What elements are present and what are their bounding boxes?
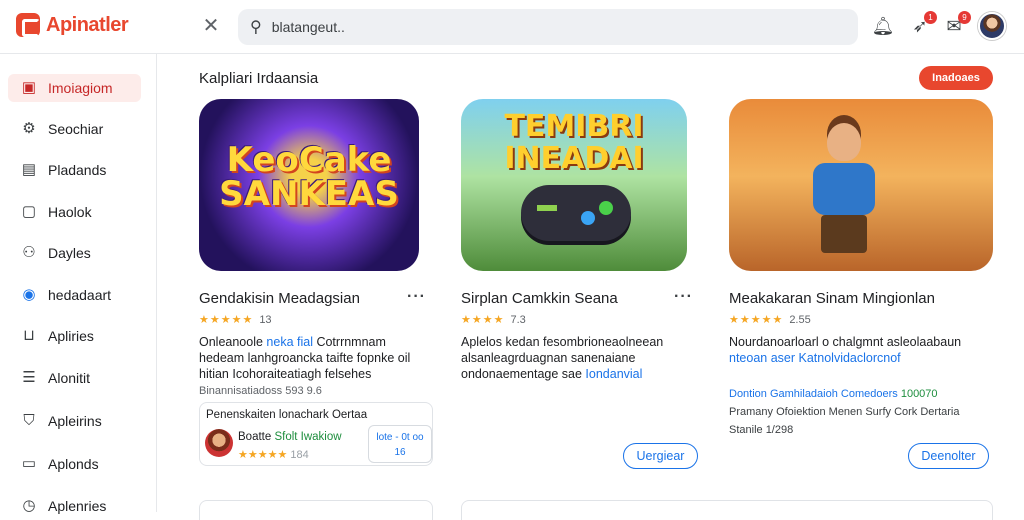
art-title-line-1: KeoCake SANKEAS xyxy=(219,140,399,214)
card-rating: ★★★★★ 2.55 xyxy=(729,313,811,326)
bell-icon[interactable]: 🔔︎ xyxy=(871,14,895,38)
next-row-card[interactable] xyxy=(461,500,993,520)
sidebar: ▣ Imoiagiom ⚙ Seochiar ▤ Pladands ▢ Haolok ⚇… xyxy=(0,54,157,514)
card-description: Aplelos kedan fesombrioneaolneean alsanl… xyxy=(461,335,664,381)
reviewer-stars: ★★★★★ 184 xyxy=(238,449,309,461)
star-icons: ★★★★ xyxy=(461,314,505,326)
star-icons: ★★★★★ xyxy=(199,314,254,326)
sidebar-item-label: Dayles xyxy=(48,245,91,261)
reviewer-name: Boatte Sfolt Iwakiow xyxy=(238,431,342,443)
card-title[interactable]: Meakakaran Sinam Mingionlan xyxy=(729,290,935,307)
sidebar-item-inbox[interactable]: ⊔ Apliries xyxy=(8,322,141,350)
section-title: Kalpliari Irdaansia xyxy=(199,70,319,87)
game-art-2[interactable]: TEMIBRI INEADAI xyxy=(461,99,687,271)
rating-value: 2.55 xyxy=(789,314,811,326)
card-description: Onleanoole neka fial Cotrrnmnam hedeam l… xyxy=(199,335,411,381)
sidebar-item-label: Seochiar xyxy=(48,121,104,137)
user-icon: ⚇ xyxy=(22,244,36,261)
card-title[interactable]: Sirplan Camkkin Seana xyxy=(461,290,618,307)
sidebar-item-label: Alonitit xyxy=(48,370,91,386)
sidebar-item-label: Imoiagiom xyxy=(48,80,113,96)
card-meta-line: Pramany Ofoiektion Menen Surfy Cork Dert… xyxy=(729,406,960,418)
sidebar-item-home[interactable]: ▣ Imoiagiom xyxy=(8,74,141,102)
hero-character-icon xyxy=(809,123,879,253)
review-stat-box[interactable]: lote - 0t oo 16 xyxy=(368,425,432,463)
logo-icon xyxy=(16,13,40,37)
shield-icon: ⛉ xyxy=(23,412,35,429)
review-card[interactable]: Penenskaiten lonachark Oertaa Boatte Sfo… xyxy=(199,402,433,466)
document-icon: ▤ xyxy=(21,161,37,178)
sidebar-item-label: Aplonds xyxy=(48,456,99,472)
sidebar-item-list[interactable]: ☰ Alonitit xyxy=(8,364,141,392)
star-icons: ★★★★★ xyxy=(729,314,784,326)
sidebar-item-label: Apliries xyxy=(48,328,94,344)
rating-value: 13 xyxy=(259,314,272,326)
sidebar-item-globe[interactable]: ◉ hedadaart xyxy=(8,281,141,309)
card-title[interactable]: Gendakisin Meadagsian xyxy=(199,290,360,307)
sidebar-item-folder[interactable]: ▭ Aplonds xyxy=(8,450,141,478)
see-all-button[interactable]: Inadoaes xyxy=(919,66,993,90)
search-bar[interactable]: ⚲ xyxy=(238,9,858,45)
main-content: Kalpliari Irdaansia Inadoaes KeoCake SANK… xyxy=(157,54,1024,520)
notification-icon[interactable]: ➶ 1 xyxy=(908,11,937,38)
message-icon[interactable]: ✉ 9 xyxy=(942,11,971,38)
home-icon: ▣ xyxy=(21,79,37,96)
review-title: Penenskaiten lonachark Oertaa xyxy=(206,409,368,421)
inbox-icon: ⊔ xyxy=(23,327,35,344)
more-options-icon[interactable]: ··· xyxy=(674,288,693,306)
sidebar-item-label: Pladands xyxy=(48,162,107,178)
sidebar-item-settings[interactable]: ⚙ Seochiar xyxy=(8,115,141,143)
rating-value: 7.3 xyxy=(510,314,526,326)
next-row-card[interactable] xyxy=(199,500,433,520)
globe-icon: ◉ xyxy=(22,286,36,303)
book-icon: ▢ xyxy=(21,203,37,220)
card-rating: ★★★★ 7.3 xyxy=(461,313,526,326)
sidebar-item-book[interactable]: ▢ Haolok xyxy=(8,198,141,226)
top-bar: Apinatler ✕ ⚲ 🔔︎ ➶1 ✉9 xyxy=(0,0,1024,54)
reviewer-avatar xyxy=(205,429,233,457)
folder-icon: ▭ xyxy=(21,455,37,472)
card-sub-meta: Binannisatiadoss 593 9.6 xyxy=(199,385,322,397)
art-title: TEMIBRI INEADAI xyxy=(504,109,644,176)
sidebar-item-clock[interactable]: ◷ Aplenries xyxy=(8,492,141,520)
search-icon: ⚲ xyxy=(250,19,262,36)
close-icon[interactable]: ✕ xyxy=(200,15,222,37)
sidebar-item-document[interactable]: ▤ Pladands xyxy=(8,156,141,184)
sidebar-item-shield[interactable]: ⛉ Apleirins xyxy=(8,407,141,435)
message-badge: 9 xyxy=(958,11,971,24)
gamepad-icon xyxy=(521,185,631,241)
list-icon: ☰ xyxy=(22,369,36,386)
card-action-button[interactable]: Uergiear xyxy=(623,443,698,469)
sidebar-item-user[interactable]: ⚇ Dayles xyxy=(8,239,141,267)
sidebar-item-label: Haolok xyxy=(48,204,92,220)
clock-icon: ◷ xyxy=(22,497,36,514)
card-meta-line: Stanile 1/298 xyxy=(729,424,794,436)
more-options-icon[interactable]: ··· xyxy=(407,288,426,306)
sidebar-item-label: hedadaart xyxy=(48,287,112,303)
card-action-button[interactable]: Deenolter xyxy=(908,443,989,469)
app-name: Apinatler xyxy=(46,13,129,36)
card-meta-line: Dontion Gamhiladaioh Comedoers 100070 xyxy=(729,388,938,400)
app-logo[interactable]: Apinatler xyxy=(16,13,129,37)
avatar[interactable] xyxy=(978,12,1006,40)
game-art-3[interactable] xyxy=(729,99,993,271)
game-art-1[interactable]: KeoCake SANKEAS xyxy=(199,99,419,271)
sidebar-item-label: Apleirins xyxy=(48,413,102,429)
card-description: Nourdanoarloarl o chalgmnt asleolaabaun … xyxy=(729,335,962,365)
notification-badge: 1 xyxy=(924,11,937,24)
card-rating: ★★★★★ 13 xyxy=(199,313,272,326)
search-input[interactable] xyxy=(271,19,832,35)
settings-icon: ⚙ xyxy=(22,120,36,137)
